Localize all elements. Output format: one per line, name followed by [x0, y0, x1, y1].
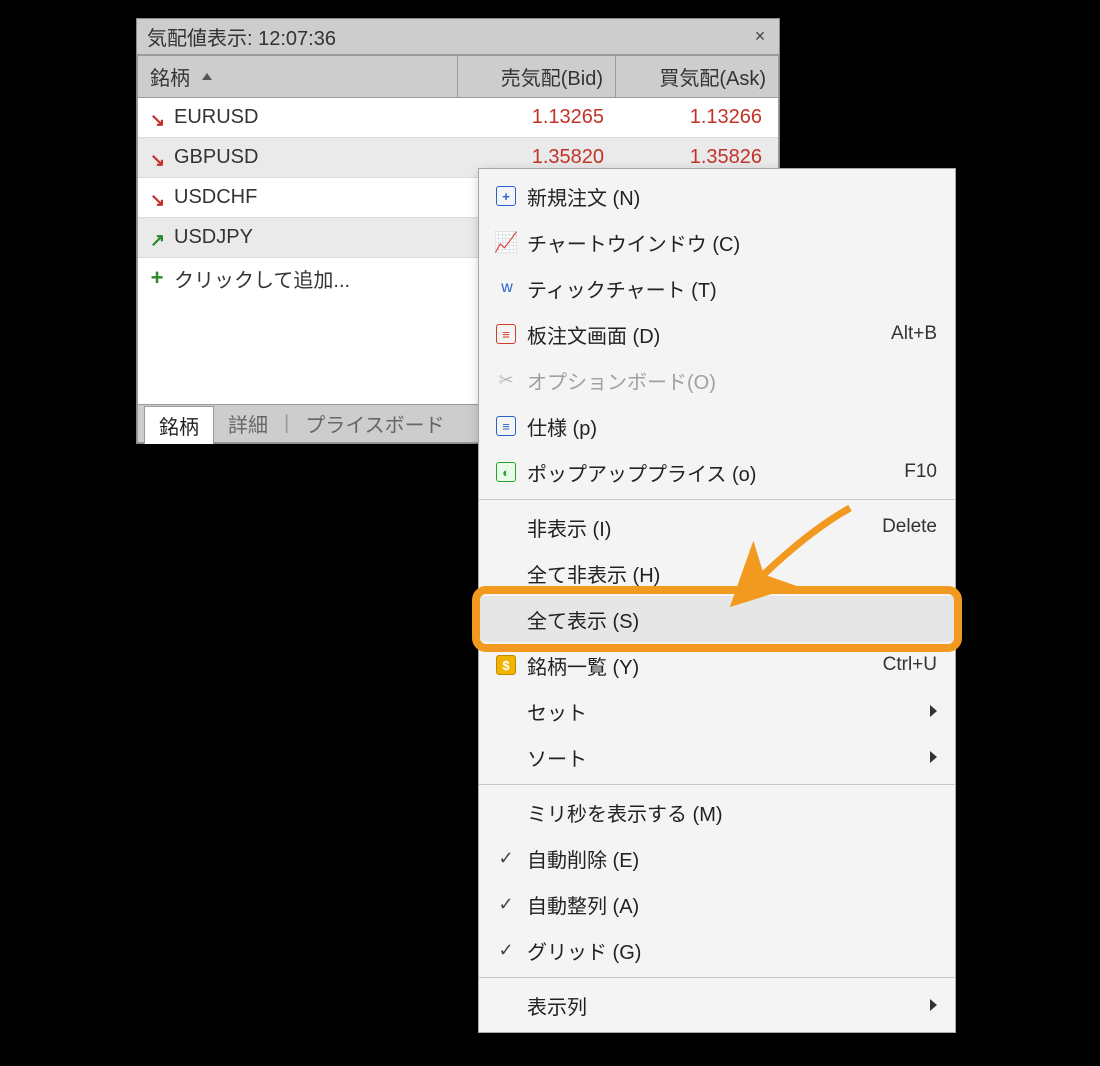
chart-icon: 📈: [489, 230, 523, 255]
menu-separator: [479, 784, 955, 785]
symbol-label: EURUSD: [174, 106, 258, 129]
menu-item-accelerator: F10: [904, 461, 937, 483]
menu-item-label: 仕様 (p): [523, 412, 937, 441]
menu-item-label: ティックチャート (T): [523, 274, 937, 303]
check-icon: [489, 940, 523, 961]
menu-item-accelerator: Ctrl+U: [883, 654, 937, 676]
symbol-label: GBPUSD: [174, 146, 258, 169]
menu-item[interactable]: ≡板注文画面 (D)Alt+B: [479, 311, 955, 357]
menu-item[interactable]: 非表示 (I)Delete: [479, 504, 955, 550]
close-icon[interactable]: ×: [749, 26, 771, 48]
option-board-icon: ✂: [489, 370, 523, 391]
bid-value: 1.13265: [458, 106, 616, 129]
menu-item[interactable]: セット: [479, 688, 955, 734]
table-row[interactable]: EURUSD 1.132651.13266: [138, 98, 778, 138]
menu-item-label: 銘柄一覧 (Y): [523, 651, 883, 680]
menu-item[interactable]: 自動削除 (E): [479, 835, 955, 881]
context-menu[interactable]: +新規注文 (N)📈チャートウインドウ (C)ᴡティックチャート (T)≡板注文…: [478, 168, 956, 1033]
popup-price-icon: ◐: [489, 462, 523, 482]
symbol-list-icon: $: [489, 655, 523, 675]
submenu-arrow-icon: [930, 999, 937, 1011]
menu-item[interactable]: 📈チャートウインドウ (C): [479, 219, 955, 265]
submenu-arrow-icon: [930, 705, 937, 717]
menu-item-label: 表示列: [523, 991, 920, 1020]
panel-titlebar[interactable]: 気配値表示: 12:07:36 ×: [137, 19, 779, 55]
column-header-bid[interactable]: 売気配(Bid): [458, 56, 616, 97]
check-icon: [489, 894, 523, 915]
tab-symbols[interactable]: 銘柄: [144, 406, 214, 444]
menu-item[interactable]: 表示列: [479, 982, 955, 1028]
symbol-label: USDJPY: [174, 226, 253, 249]
menu-item-label: 全て非表示 (H): [523, 559, 937, 588]
menu-item-label: 自動削除 (E): [523, 844, 937, 873]
tab-details[interactable]: 詳細: [214, 405, 282, 442]
tab-priceboard[interactable]: プライスボード: [291, 405, 458, 442]
menu-item-label: 板注文画面 (D): [523, 320, 891, 349]
menu-item-accelerator: Delete: [882, 516, 937, 538]
menu-item[interactable]: +新規注文 (N): [479, 173, 955, 219]
menu-item[interactable]: 全て非表示 (H): [479, 550, 955, 596]
menu-item-label: グリッド (G): [523, 936, 937, 965]
symbol-label: USDCHF: [174, 186, 257, 209]
ask-value: 1.13266: [616, 106, 778, 129]
menu-item[interactable]: ミリ秒を表示する (M): [479, 789, 955, 835]
bid-value: 1.35820: [458, 146, 616, 169]
menu-item[interactable]: $銘柄一覧 (Y)Ctrl+U: [479, 642, 955, 688]
menu-item-label: 全て表示 (S): [523, 605, 937, 634]
dom-icon: ≡: [489, 324, 523, 344]
menu-item[interactable]: ≡仕様 (p): [479, 403, 955, 449]
menu-item: ✂オプションボード(O): [479, 357, 955, 403]
menu-item-label: ポップアッププライス (o): [523, 458, 904, 487]
sort-asc-icon: [202, 73, 212, 80]
menu-item[interactable]: 自動整列 (A): [479, 881, 955, 927]
menu-separator: [479, 977, 955, 978]
menu-item[interactable]: ソート: [479, 734, 955, 780]
menu-item-label: ソート: [523, 743, 920, 772]
menu-item[interactable]: 全て表示 (S): [479, 596, 955, 642]
column-header-row: 銘柄 売気配(Bid) 買気配(Ask): [138, 56, 778, 98]
menu-item-label: オプションボード(O): [523, 366, 937, 395]
new-order-icon: +: [489, 186, 523, 206]
menu-item-label: ミリ秒を表示する (M): [523, 798, 937, 827]
menu-item-label: セット: [523, 697, 920, 726]
menu-item[interactable]: グリッド (G): [479, 927, 955, 973]
menu-item[interactable]: ᴡティックチャート (T): [479, 265, 955, 311]
column-header-ask[interactable]: 買気配(Ask): [616, 56, 778, 97]
check-icon: [489, 848, 523, 869]
add-symbol-label: クリックして追加...: [174, 264, 350, 293]
menu-item-label: チャートウインドウ (C): [523, 228, 937, 257]
spec-icon: ≡: [489, 416, 523, 436]
menu-item[interactable]: ◐ポップアッププライス (o)F10: [479, 449, 955, 495]
trend-down-icon: [150, 111, 164, 125]
trend-up-icon: [150, 231, 164, 245]
menu-item-label: 新規注文 (N): [523, 182, 937, 211]
tick-chart-icon: ᴡ: [489, 279, 523, 297]
column-header-symbol[interactable]: 銘柄: [138, 56, 458, 97]
menu-item-accelerator: Alt+B: [891, 323, 937, 345]
tab-separator: |: [282, 412, 291, 435]
menu-item-label: 自動整列 (A): [523, 890, 937, 919]
submenu-arrow-icon: [930, 751, 937, 763]
trend-down-icon: [150, 191, 164, 205]
menu-separator: [479, 499, 955, 500]
plus-icon: +: [150, 265, 164, 291]
trend-down-icon: [150, 151, 164, 165]
menu-item-label: 非表示 (I): [523, 513, 882, 542]
ask-value: 1.35826: [616, 146, 778, 169]
panel-title: 気配値表示: 12:07:36: [147, 22, 336, 51]
